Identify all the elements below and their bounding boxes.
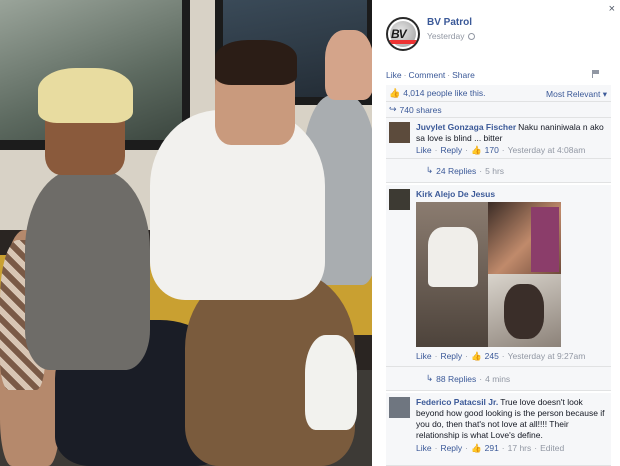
commenter-avatar[interactable] <box>389 397 410 418</box>
post-photo[interactable] <box>0 0 372 466</box>
globe-icon <box>467 32 475 40</box>
flag-icon[interactable] <box>592 70 600 78</box>
view-replies[interactable]: ↳ 88 Replies · 4 mins <box>386 367 611 391</box>
commenter-name[interactable]: Federico Patacsil Jr. <box>416 397 498 407</box>
thumbs-up-icon: 👍 <box>471 443 482 453</box>
like-button[interactable]: Like <box>386 70 402 80</box>
comment-time[interactable]: Yesterday at 4:08am <box>508 145 586 156</box>
collage-photo <box>504 284 544 339</box>
collage-photo <box>531 207 559 272</box>
comment-time[interactable]: Yesterday at 9:27am <box>508 351 586 362</box>
person-bald-head <box>325 30 372 100</box>
replies-count[interactable]: 24 Replies <box>436 166 476 176</box>
comment-like-count[interactable]: 291 <box>485 443 499 454</box>
post-actions: Like · Comment · Share <box>386 70 475 80</box>
likes-count-link[interactable]: 4,014 people like this. <box>403 88 485 98</box>
comment-reply-button[interactable]: Reply <box>440 443 462 454</box>
commenter-avatar[interactable] <box>389 122 410 143</box>
commenter-name[interactable]: Kirk Alejo De Jesus <box>416 189 495 199</box>
replies-time: 5 hrs <box>485 165 505 176</box>
commenter-name[interactable]: Juvylet Gonzaga Fischer <box>416 122 516 132</box>
sort-label: Most Relevant <box>546 89 601 99</box>
commenter-avatar[interactable] <box>389 189 410 210</box>
reply-arrow-icon: ↳ <box>426 165 434 175</box>
sort-dropdown[interactable]: Most Relevant ▾ <box>546 89 607 100</box>
comment-button[interactable]: Comment <box>408 70 445 80</box>
likes-summary: 👍 4,014 people like this. Most Relevant … <box>386 85 611 102</box>
collage-photo <box>428 227 478 287</box>
comment-edited[interactable]: Edited <box>540 443 564 454</box>
thumbs-up-icon: 👍 <box>471 351 482 361</box>
view-replies[interactable]: ↳ 24 Replies · 5 hrs <box>386 159 611 183</box>
comment-reply-button[interactable]: Reply <box>440 351 462 362</box>
comment-like-button[interactable]: Like <box>416 443 432 454</box>
page-name[interactable]: BV Patrol <box>427 17 475 28</box>
comment-like-button[interactable]: Like <box>416 145 432 156</box>
post-side-panel: × BV BV Patrol Yesterday Like · Comment · Sh… <box>372 0 620 466</box>
shares-count-link[interactable]: 740 shares <box>400 105 442 115</box>
shares-summary: ↪ 740 shares <box>386 102 611 118</box>
comment-item: Juvylet Gonzaga Fischer Naku naniniwala n… <box>386 118 611 159</box>
comment-reply-button[interactable]: Reply <box>440 145 462 156</box>
replies-time: 4 mins <box>485 373 511 384</box>
comment-like-count[interactable]: 170 <box>485 145 499 156</box>
person-white-shirt-hair <box>215 40 297 85</box>
share-icon: ↪ <box>389 104 397 114</box>
close-icon[interactable]: × <box>609 3 615 15</box>
person-blonde-body <box>25 170 150 370</box>
comment-image[interactable] <box>416 202 561 347</box>
post-timestamp[interactable]: Yesterday <box>427 31 465 41</box>
share-button[interactable]: Share <box>452 70 475 80</box>
comment-item: Federico Patacsil Jr. True love doesn't l… <box>386 393 611 466</box>
comment-time[interactable]: 17 hrs <box>508 443 532 454</box>
comment-item: Kirk Alejo De Jesus Like · Reply · 👍 245 · Y… <box>386 185 611 367</box>
replies-count[interactable]: 88 Replies <box>436 374 476 384</box>
reply-arrow-icon: ↳ <box>426 373 434 383</box>
comment-like-count[interactable]: 245 <box>485 351 499 362</box>
thumbs-up-icon: 👍 <box>389 87 401 98</box>
comment-like-button[interactable]: Like <box>416 351 432 362</box>
page-avatar[interactable]: BV <box>386 17 420 51</box>
person-blonde-hair <box>38 68 133 123</box>
plastic-bag <box>305 335 357 430</box>
thumbs-up-icon: 👍 <box>471 145 482 155</box>
logo-text: BV <box>391 27 407 41</box>
post-header: BV BV Patrol Yesterday <box>386 17 475 51</box>
